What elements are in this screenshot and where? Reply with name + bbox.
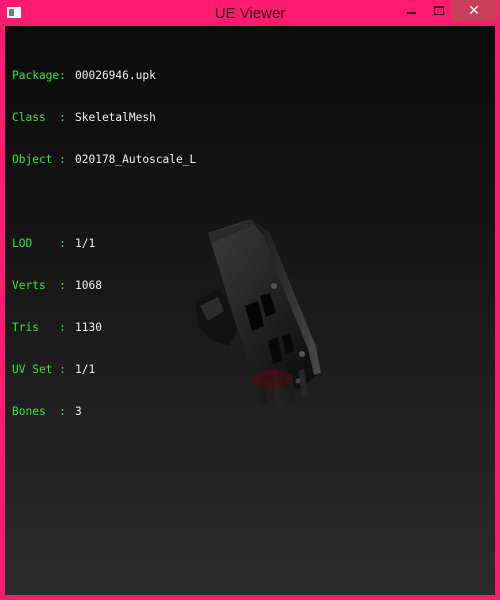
info-row-verts: Verts : 1068 bbox=[12, 279, 196, 293]
minimize-icon bbox=[406, 11, 416, 14]
3d-viewport[interactable]: Package: 00026946.upk Class : SkeletalMesh… bbox=[5, 26, 495, 595]
info-label: Class : bbox=[12, 111, 66, 124]
info-label: Object : bbox=[12, 153, 66, 166]
info-value: 1130 bbox=[75, 321, 102, 334]
info-row-object: Object : 020178_Autoscale_L bbox=[12, 153, 196, 167]
info-value: 3 bbox=[75, 405, 82, 418]
maximize-icon bbox=[434, 6, 444, 15]
close-icon: ✕ bbox=[468, 2, 480, 19]
info-label: UV Set : bbox=[12, 363, 66, 376]
info-row-tris: Tris : 1130 bbox=[12, 321, 196, 335]
info-row-lod: LOD : 1/1 bbox=[12, 237, 196, 251]
info-spacer bbox=[12, 195, 196, 209]
info-value: 1068 bbox=[75, 279, 102, 292]
title-bar[interactable]: UE Viewer ✕ bbox=[0, 0, 500, 26]
app-window: UE Viewer ✕ Package: 00026946.upk Class :… bbox=[0, 0, 500, 600]
minimize-button[interactable] bbox=[397, 0, 425, 21]
info-label: Verts : bbox=[12, 279, 66, 292]
info-label: Tris : bbox=[12, 321, 66, 334]
info-row-uvset: UV Set : 1/1 bbox=[12, 363, 196, 377]
info-label: LOD : bbox=[12, 237, 66, 250]
info-row-class: Class : SkeletalMesh bbox=[12, 111, 196, 125]
info-label: Package: bbox=[12, 69, 66, 82]
info-value: 00026946.upk bbox=[75, 69, 156, 82]
skeletal-mesh-render bbox=[195, 219, 321, 410]
close-button[interactable]: ✕ bbox=[451, 0, 497, 21]
info-value: 020178_Autoscale_L bbox=[75, 153, 197, 166]
maximize-button[interactable] bbox=[425, 0, 453, 21]
mesh-info-overlay: Package: 00026946.upk Class : SkeletalMesh… bbox=[12, 41, 196, 447]
info-value: SkeletalMesh bbox=[75, 111, 156, 124]
info-value: 1/1 bbox=[75, 363, 96, 376]
info-row-package: Package: 00026946.upk bbox=[12, 69, 196, 83]
info-value: 1/1 bbox=[75, 237, 96, 250]
info-label: Bones : bbox=[12, 405, 66, 418]
info-row-bones: Bones : 3 bbox=[12, 405, 196, 419]
